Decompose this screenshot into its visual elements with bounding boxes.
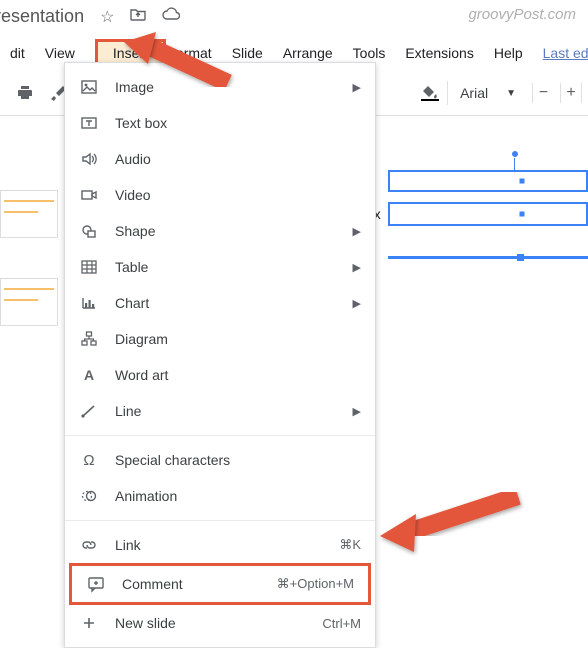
shape-icon	[79, 221, 99, 241]
menu-item-chart[interactable]: Chart ▶	[65, 285, 375, 321]
audio-icon	[79, 149, 99, 169]
shortcut-text: Ctrl+M	[322, 616, 361, 631]
menu-label: Chart	[115, 295, 353, 311]
shortcut-text: ⌘K	[339, 537, 361, 553]
comment-icon	[86, 574, 106, 594]
menu-item-table[interactable]: Table ▶	[65, 249, 375, 285]
menu-item-textbox[interactable]: Text box	[65, 105, 375, 141]
image-icon	[79, 77, 99, 97]
cloud-icon[interactable]	[162, 7, 180, 27]
special-chars-icon: Ω	[79, 450, 99, 470]
menu-label: Animation	[115, 488, 361, 504]
submenu-arrow-icon: ▶	[353, 261, 361, 274]
menu-label: Text box	[115, 115, 361, 131]
document-title[interactable]: d presentation	[0, 6, 84, 27]
slide-canvas[interactable]: ox	[388, 100, 588, 259]
menu-label: Word art	[115, 367, 361, 383]
menu-item-special-chars[interactable]: Ω Special characters	[65, 442, 375, 478]
plus-icon	[79, 613, 99, 633]
star-icon[interactable]: ☆	[100, 7, 114, 27]
menu-label: Shape	[115, 223, 353, 239]
menu-item-wordart[interactable]: A Word art	[65, 357, 375, 393]
menu-label: Line	[115, 403, 353, 419]
video-icon	[79, 185, 99, 205]
animation-icon	[79, 486, 99, 506]
annotation-arrow-comment	[378, 478, 528, 558]
line-icon	[79, 401, 99, 421]
diagram-icon	[79, 329, 99, 349]
last-edit-link[interactable]: Last edit was sec	[533, 39, 588, 67]
shortcut-text: ⌘+Option+M	[277, 576, 354, 592]
link-icon	[79, 535, 99, 555]
thumbnail-1[interactable]	[0, 190, 58, 238]
menu-item-comment[interactable]: Comment ⌘+Option+M	[72, 566, 368, 602]
slide-thumbnails	[0, 100, 58, 336]
menu-item-video[interactable]: Video	[65, 177, 375, 213]
menu-divider	[65, 435, 375, 436]
selected-line[interactable]	[388, 256, 588, 259]
selected-textbox-2[interactable]: ox	[388, 202, 588, 226]
chart-icon	[79, 293, 99, 313]
wordart-icon: A	[79, 365, 99, 385]
menu-label: Table	[115, 259, 353, 275]
textbox-icon	[79, 113, 99, 133]
menu-label: Audio	[115, 151, 361, 167]
submenu-arrow-icon: ▶	[353, 297, 361, 310]
menu-item-animation[interactable]: Animation	[65, 478, 375, 514]
font-name: Arial	[460, 85, 488, 101]
menu-item-diagram[interactable]: Diagram	[65, 321, 375, 357]
menu-label: Comment	[122, 576, 277, 592]
menu-extensions[interactable]: Extensions	[395, 39, 483, 67]
watermark: groovyPost.com	[468, 6, 576, 23]
move-icon[interactable]	[130, 7, 146, 27]
selected-textbox[interactable]	[388, 170, 588, 192]
menu-label: Special characters	[115, 452, 361, 468]
menu-edit[interactable]: dit	[0, 39, 35, 67]
menu-divider	[65, 520, 375, 521]
submenu-arrow-icon: ▶	[353, 225, 361, 238]
thumbnail-2[interactable]	[0, 278, 58, 326]
submenu-arrow-icon: ▶	[353, 405, 361, 418]
submenu-arrow-icon: ▶	[353, 81, 361, 94]
insert-dropdown-menu: Image ▶ Text box Audio Video Shape ▶ Tab…	[64, 62, 376, 648]
menu-item-new-slide[interactable]: New slide Ctrl+M	[65, 605, 375, 641]
menu-label: New slide	[115, 615, 322, 631]
menu-item-shape[interactable]: Shape ▶	[65, 213, 375, 249]
menu-label: Diagram	[115, 331, 361, 347]
menu-help[interactable]: Help	[484, 39, 533, 67]
menu-item-audio[interactable]: Audio	[65, 141, 375, 177]
menu-label: Link	[115, 537, 339, 553]
menu-item-line[interactable]: Line ▶	[65, 393, 375, 429]
menu-item-link[interactable]: Link ⌘K	[65, 527, 375, 563]
table-icon	[79, 257, 99, 277]
chevron-down-icon: ▼	[506, 88, 516, 99]
menu-label: Video	[115, 187, 361, 203]
annotation-arrow-insert	[118, 28, 238, 98]
